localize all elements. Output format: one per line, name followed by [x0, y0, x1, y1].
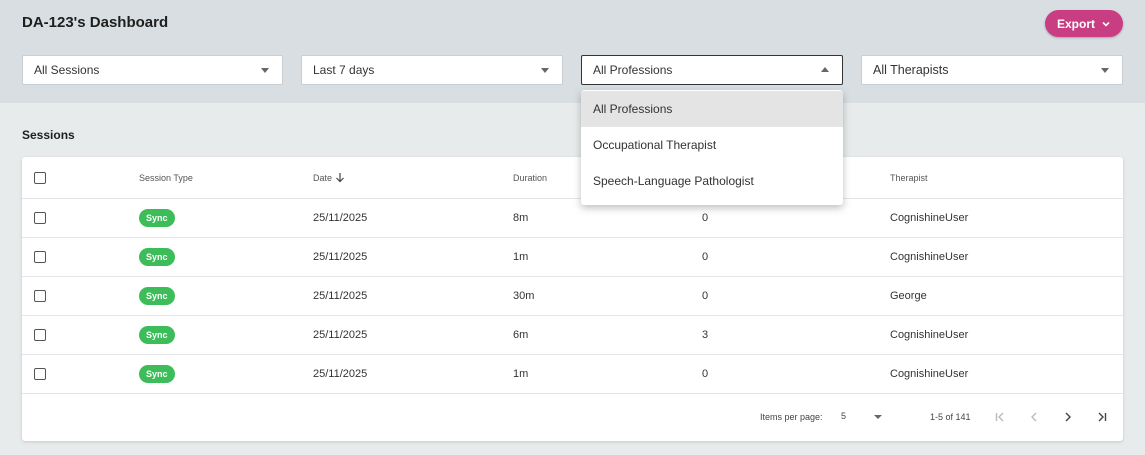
row-checkbox[interactable]: [34, 368, 46, 380]
previous-page-button[interactable]: [1023, 406, 1045, 428]
profession-option-occupational-therapist[interactable]: Occupational Therapist: [581, 127, 843, 163]
column-header-date[interactable]: Date: [313, 157, 345, 198]
session-type-badge: Sync: [139, 287, 175, 305]
page-size-select[interactable]: 5: [839, 407, 885, 425]
profession-dropdown-menu: All Professions Occupational Therapist S…: [581, 90, 843, 205]
caret-up-icon: [821, 67, 829, 72]
session-count: 0: [702, 290, 709, 302]
session-duration: 1m: [513, 251, 529, 263]
row-checkbox[interactable]: [34, 329, 46, 341]
session-therapist: CognishineUser: [890, 251, 969, 263]
next-page-button[interactable]: [1057, 406, 1079, 428]
session-duration: 1m: [513, 368, 529, 380]
session-duration: 30m: [513, 290, 535, 302]
session-therapist: CognishineUser: [890, 368, 969, 380]
first-page-icon: [995, 412, 1004, 422]
profession-option-all[interactable]: All Professions: [581, 91, 843, 127]
session-type-badge: Sync: [139, 326, 175, 344]
session-type-badge: Sync: [139, 365, 175, 383]
caret-down-icon: [874, 415, 882, 419]
session-date: 25/11/2025: [313, 212, 368, 224]
export-button-label: Export: [1056, 16, 1095, 31]
table-row[interactable]: Sync 25/11/2025 1m 0 CognishineUser: [22, 238, 1123, 277]
caret-down-icon: [1101, 68, 1109, 73]
last-page-button[interactable]: [1091, 406, 1113, 428]
session-type-badge: Sync: [139, 248, 175, 266]
therapist-filter-select[interactable]: All Therapists: [861, 55, 1123, 85]
table-header-row: Session Type Date Duration Therapist: [22, 157, 1123, 199]
sessions-filter-value: All Sessions: [34, 63, 100, 77]
page-range-label: 1-5 of 141: [930, 412, 971, 422]
caret-down-icon: [541, 68, 549, 73]
paginator: Items per page: 5 1-5 of 141: [22, 394, 1123, 441]
session-count: 3: [702, 329, 709, 341]
page-size-value: 5: [841, 411, 847, 421]
session-count: 0: [702, 368, 709, 380]
session-count: 0: [702, 251, 709, 263]
session-therapist: George: [890, 290, 927, 302]
session-therapist: CognishineUser: [890, 329, 969, 341]
session-type-badge: Sync: [139, 209, 175, 227]
column-header-duration[interactable]: Duration: [513, 157, 547, 198]
profession-filter-value: All Professions: [593, 63, 673, 77]
export-button[interactable]: Export: [1045, 10, 1123, 37]
therapist-filter-value: All Therapists: [873, 63, 949, 77]
row-checkbox[interactable]: [34, 251, 46, 263]
row-checkbox[interactable]: [34, 290, 46, 302]
chevron-right-icon: [1065, 412, 1071, 422]
header-band: [0, 0, 1145, 103]
session-date: 25/11/2025: [313, 290, 368, 302]
date-range-select[interactable]: Last 7 days: [301, 55, 563, 85]
session-date: 25/11/2025: [313, 368, 368, 380]
first-page-button[interactable]: [989, 406, 1011, 428]
table-row[interactable]: Sync 25/11/2025 1m 0 CognishineUser: [22, 355, 1123, 394]
sessions-table: Session Type Date Duration Therapist Syn…: [22, 157, 1123, 441]
arrow-down-sort-icon: [336, 173, 344, 183]
column-header-session-type[interactable]: Session Type: [139, 157, 193, 198]
items-per-page-label: Items per page:: [760, 412, 823, 422]
date-range-value: Last 7 days: [313, 63, 375, 77]
session-duration: 8m: [513, 212, 529, 224]
column-header-therapist[interactable]: Therapist: [890, 157, 928, 198]
chevron-left-icon: [1031, 412, 1037, 422]
chevron-down-icon: [1102, 21, 1110, 27]
table-row[interactable]: Sync 25/11/2025 8m 0 CognishineUser: [22, 199, 1123, 238]
profession-filter-select[interactable]: All Professions: [581, 55, 843, 85]
select-all-checkbox[interactable]: [34, 171, 46, 184]
session-therapist: CognishineUser: [890, 212, 969, 224]
profession-option-speech-language-pathologist[interactable]: Speech-Language Pathologist: [581, 163, 843, 199]
table-row[interactable]: Sync 25/11/2025 6m 3 CognishineUser: [22, 316, 1123, 355]
caret-down-icon: [261, 68, 269, 73]
sessions-filter-select[interactable]: All Sessions: [22, 55, 283, 85]
table-row[interactable]: Sync 25/11/2025 30m 0 George: [22, 277, 1123, 316]
page-title: DA-123's Dashboard: [22, 14, 169, 31]
session-duration: 6m: [513, 329, 529, 341]
row-checkbox[interactable]: [34, 212, 46, 224]
column-header-date-label: Date: [313, 172, 333, 183]
last-page-icon: [1098, 412, 1107, 422]
sessions-section-title: Sessions: [22, 128, 75, 142]
session-date: 25/11/2025: [313, 251, 368, 263]
session-date: 25/11/2025: [313, 329, 368, 341]
